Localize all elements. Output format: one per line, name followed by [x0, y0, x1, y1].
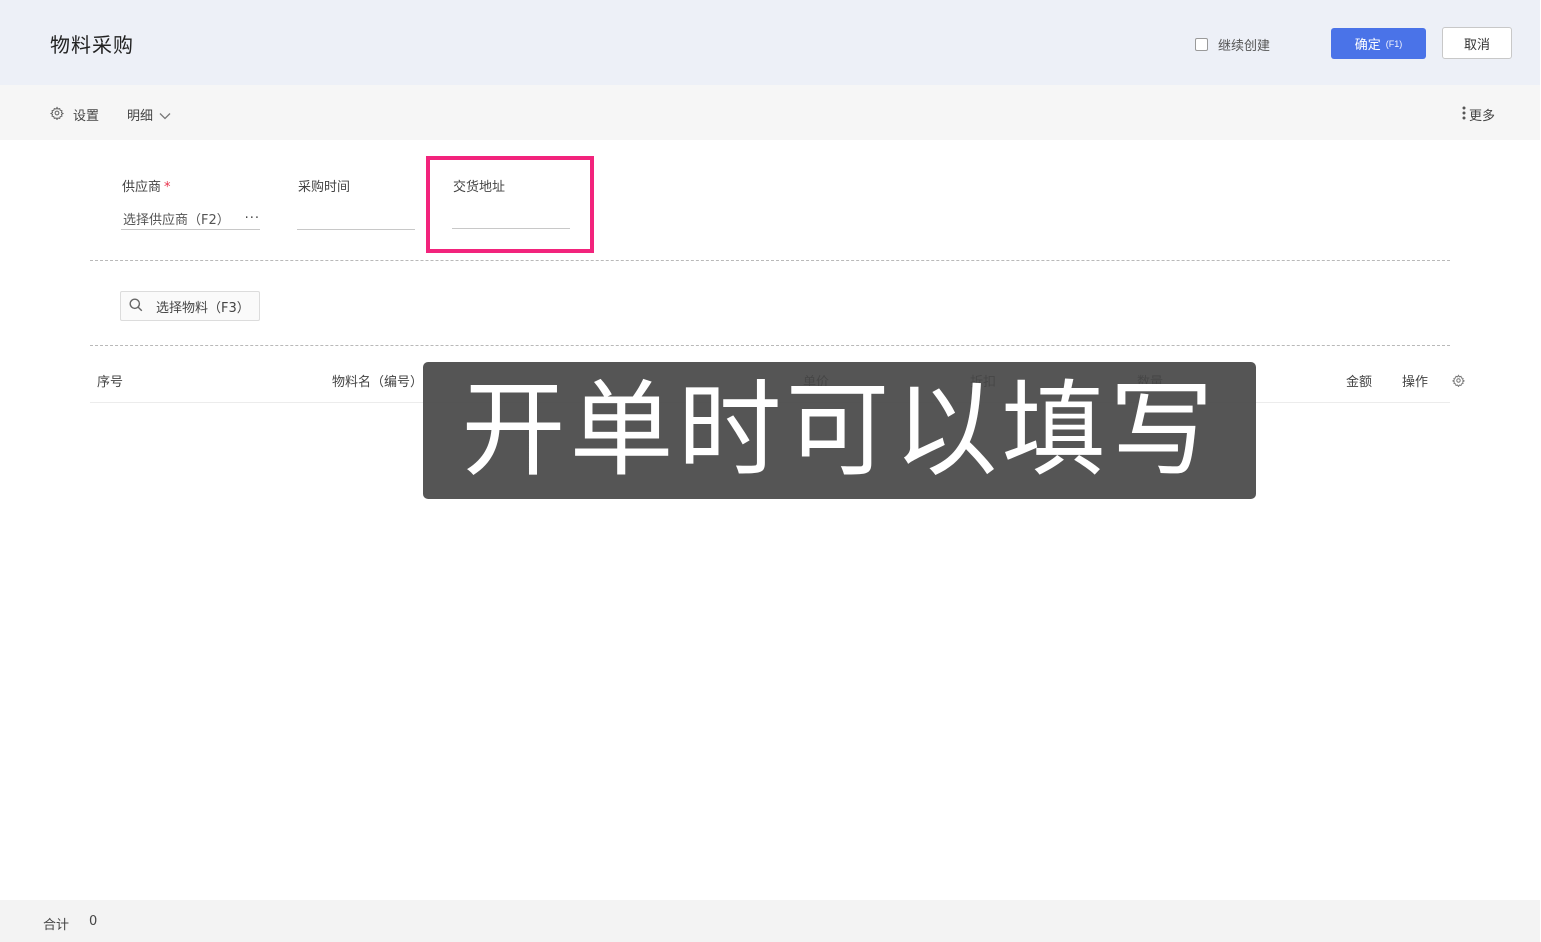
supplier-input[interactable]: 选择供应商（F2） ··· — [121, 208, 260, 230]
detail-dropdown[interactable]: 明细 — [127, 105, 171, 124]
more-label: 更多 — [1469, 109, 1496, 124]
section-divider — [90, 345, 1450, 346]
confirm-button-label: 确定 — [1354, 37, 1381, 52]
continue-create-checkbox[interactable] — [1195, 37, 1208, 51]
material-search-placeholder: 选择物料（F3） — [156, 300, 250, 316]
material-search-input[interactable]: 选择物料（F3） — [120, 291, 260, 321]
toolbar: 设置 明细 更多 — [0, 85, 1540, 140]
supplier-placeholder: 选择供应商（F2） — [123, 213, 230, 228]
required-mark: * — [164, 180, 171, 195]
footer-total-bar: 合计 0 — [0, 900, 1540, 942]
section-divider — [90, 260, 1450, 261]
confirm-hotkey: (F1) — [1385, 38, 1403, 49]
purchase-time-input[interactable] — [297, 208, 415, 230]
settings-button[interactable]: 设置 — [49, 105, 100, 124]
column-header-material-name: 物料名（编号） — [332, 375, 424, 390]
page-title: 物料采购 — [50, 33, 134, 57]
column-header-actions: 操作 — [1402, 375, 1429, 390]
gear-icon — [49, 105, 65, 124]
supplier-field-label: 供应商 * — [122, 176, 171, 195]
column-header-amount: 金额 — [1346, 375, 1373, 390]
detail-label: 明细 — [127, 109, 154, 124]
column-header-index: 序号 — [97, 375, 124, 390]
page-header: 物料采购 继续创建 确定 (F1) 取消 — [0, 0, 1540, 85]
confirm-button[interactable]: 确定 (F1) — [1331, 28, 1426, 59]
purchase-time-label: 采购时间 — [298, 180, 351, 195]
continue-create-label: 继续创建 — [1218, 38, 1271, 54]
cancel-button[interactable]: 取消 — [1442, 27, 1512, 59]
supplier-more-button[interactable]: ··· — [245, 211, 260, 226]
more-button[interactable]: 更多 — [1462, 105, 1495, 124]
content-area: 物料采购 继续创建 确定 (F1) 取消 设置 明细 更多 供应商 * 选择供应… — [0, 0, 1540, 942]
settings-label: 设置 — [73, 109, 100, 124]
supplier-label: 供应商 — [122, 180, 162, 195]
continue-create-toggle[interactable]: 继续创建 — [1195, 35, 1271, 54]
column-settings-gear-icon[interactable] — [1451, 372, 1466, 391]
delivery-address-highlight — [426, 156, 594, 253]
more-vertical-icon — [1462, 105, 1466, 124]
search-icon — [129, 297, 143, 316]
total-label: 合计 — [43, 918, 70, 933]
total-value: 0 — [89, 914, 98, 929]
caption-overlay: 开单时可以填写 — [423, 362, 1256, 499]
page: 物料采购 继续创建 确定 (F1) 取消 设置 明细 更多 供应商 * 选择供应… — [0, 0, 1541, 942]
chevron-down-icon — [153, 105, 171, 124]
